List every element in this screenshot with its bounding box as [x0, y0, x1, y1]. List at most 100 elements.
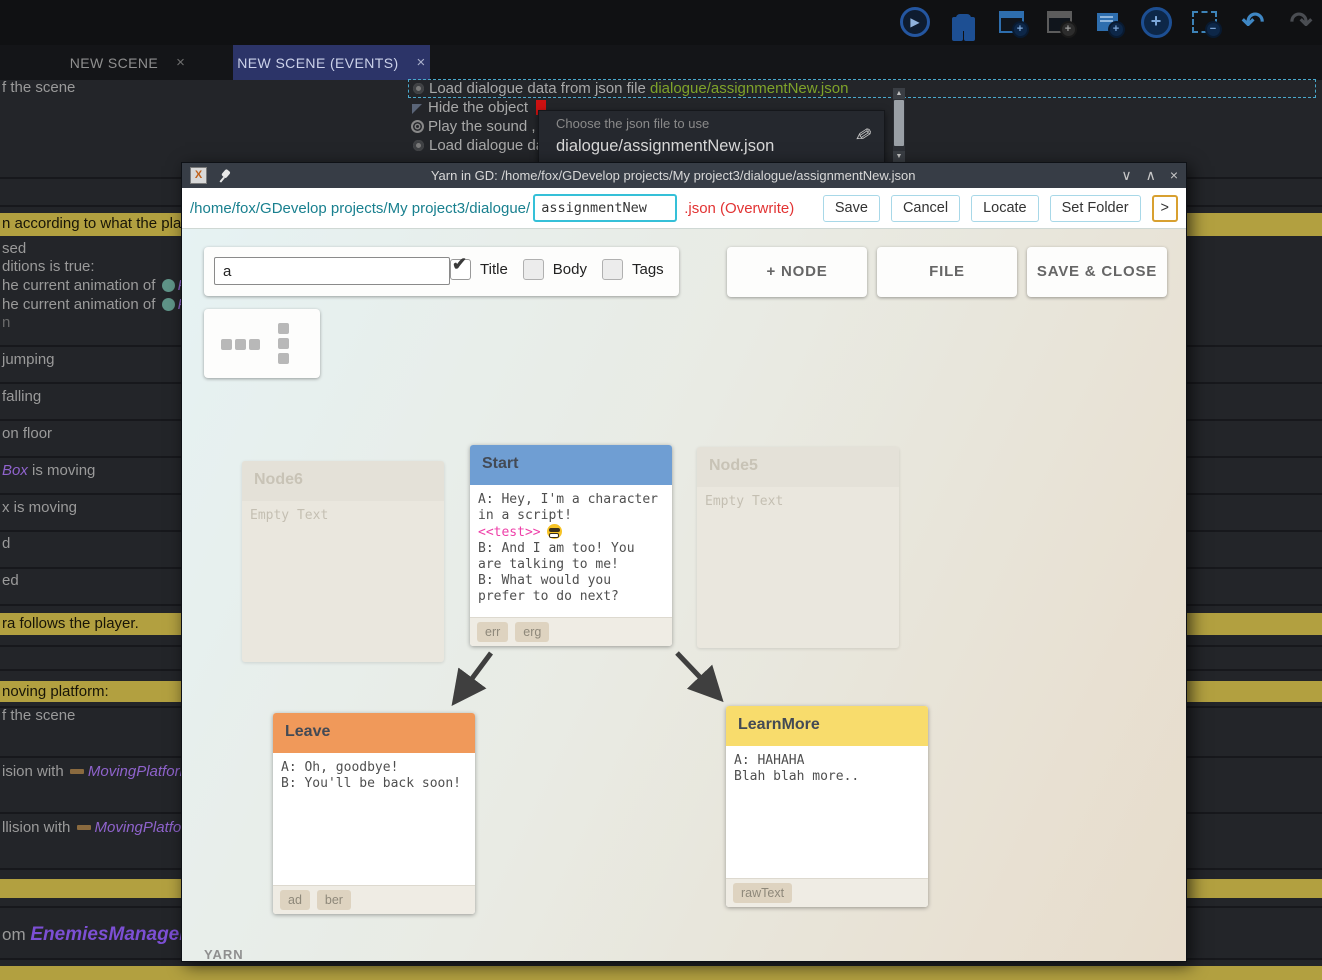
node-title: Node6 — [242, 461, 444, 501]
close-tab-icon[interactable]: × — [417, 54, 426, 71]
list-plus-icon: + — [1097, 13, 1118, 31]
object-name: Box — [2, 462, 28, 479]
search-input[interactable] — [214, 257, 450, 285]
comment-row[interactable] — [0, 966, 1322, 980]
deselect-button[interactable]: − — [1187, 5, 1221, 39]
body-checkbox[interactable] — [523, 259, 544, 280]
platform-object-icon — [77, 825, 91, 830]
event-text[interactable]: sed — [2, 239, 26, 259]
node-learnmore[interactable]: LearnMore A: HAHAHA Blah blah more.. raw… — [726, 706, 928, 907]
event-text[interactable]: Box is moving — [2, 461, 95, 481]
event-text[interactable]: f the scene — [2, 706, 75, 726]
dialogue-text: B: And I am too! You are talking to me! … — [478, 541, 635, 604]
check-icon: ✔ — [452, 254, 467, 275]
node-footer: ad ber — [273, 885, 475, 914]
event-text[interactable]: om EnemiesManager — [2, 922, 187, 948]
cancel-button[interactable]: Cancel — [891, 195, 960, 222]
play-icon: ▶ — [900, 7, 930, 37]
new-scene-button[interactable]: + — [994, 5, 1028, 39]
zoom-dot — [221, 339, 232, 350]
dropdown-value[interactable]: dialogue/assignmentNew.json — [556, 137, 774, 156]
event-text[interactable]: falling — [2, 387, 41, 407]
node-body: Empty Text — [697, 487, 899, 648]
event-text[interactable]: llision with MovingPlatform — [2, 818, 199, 838]
tag-chip[interactable]: rawText — [733, 883, 792, 903]
node-leave[interactable]: Leave A: Oh, goodbye! B: You'll be back … — [273, 713, 475, 914]
zoom-widget[interactable] — [204, 309, 320, 378]
debug-button[interactable] — [946, 5, 980, 39]
event-text[interactable]: ed — [2, 571, 19, 591]
dialogue-text: A: Hey, I'm a character in a script! — [478, 492, 658, 523]
set-folder-button[interactable]: Set Folder — [1050, 195, 1141, 222]
nerd-face-emoji — [547, 524, 562, 539]
locate-button[interactable]: Locate — [971, 195, 1039, 222]
title-checkbox[interactable]: ✔ — [450, 259, 471, 280]
tag-chip[interactable]: ad — [280, 890, 310, 910]
dialog-titlebar[interactable]: X Yarn in GD: /home/fox/GDevelop project… — [182, 163, 1186, 188]
play-button[interactable]: ▶ — [898, 5, 932, 39]
tag-chip[interactable]: ber — [317, 890, 351, 910]
undo-icon: ↶ — [1242, 5, 1265, 39]
zoom-dot — [249, 339, 260, 350]
new-object-button[interactable]: + — [1139, 5, 1173, 39]
window-plus-icon: + — [999, 11, 1024, 33]
zoom-dot — [278, 353, 289, 364]
action-text: Hide the object — [428, 99, 528, 116]
condition-text: om — [2, 925, 30, 944]
edit-icon[interactable]: ✎ — [853, 122, 875, 150]
event-load-dialogue[interactable]: Load dialogue data from json file dialog… — [413, 79, 848, 99]
event-hide-object[interactable]: Hide the object — [411, 98, 546, 118]
event-play-sound[interactable]: Play the sound , v — [411, 117, 547, 137]
redo-button[interactable]: ↷ — [1284, 5, 1318, 39]
event-text[interactable]: jumping — [2, 350, 55, 370]
node-start[interactable]: Start A: Hey, I'm a character in a scrip… — [470, 445, 672, 646]
title-checkbox-label: Title — [480, 261, 508, 278]
bug-icon — [956, 14, 971, 31]
event-text[interactable]: n — [2, 313, 10, 333]
undo-button[interactable]: ↶ — [1236, 5, 1270, 39]
event-text[interactable]: he current animation of Pl — [2, 295, 191, 315]
tab-new-scene[interactable]: NEW SCENE × — [25, 45, 230, 80]
close-icon[interactable]: × — [1170, 163, 1178, 188]
pin-icon[interactable] — [214, 166, 234, 186]
save-and-close-button[interactable]: SAVE & CLOSE — [1027, 247, 1167, 297]
event-text[interactable]: ditions is true: — [2, 257, 95, 277]
tab-new-scene-events[interactable]: NEW SCENE (EVENTS) × — [233, 45, 430, 80]
flag-icon — [412, 104, 422, 114]
platform-object-icon — [70, 769, 84, 774]
tag-chip[interactable]: erg — [515, 622, 549, 642]
node-title: Start — [470, 445, 672, 485]
event-text[interactable]: d — [2, 534, 10, 554]
tab-label: NEW SCENE (EVENTS) — [237, 55, 398, 71]
filename-input[interactable] — [533, 194, 677, 222]
maximize-icon[interactable]: ∧ — [1146, 163, 1156, 188]
event-text[interactable]: he current animation of Pl — [2, 276, 191, 296]
node-node5[interactable]: Node5 Empty Text — [697, 447, 899, 648]
event-text[interactable]: on floor — [2, 424, 52, 444]
close-tab-icon[interactable]: × — [176, 54, 185, 71]
new-external-layout-button[interactable]: + — [1042, 5, 1076, 39]
new-external-events-button[interactable]: + — [1090, 5, 1124, 39]
minimize-icon[interactable]: ∨ — [1121, 163, 1131, 188]
json-file-dropdown[interactable]: Choose the json file to use dialogue/ass… — [538, 110, 885, 164]
add-node-button[interactable]: + NODE — [727, 247, 867, 297]
more-button[interactable]: > — [1152, 195, 1178, 222]
save-button[interactable]: Save — [823, 195, 880, 222]
condition-text: he current animation of — [2, 277, 160, 294]
event-load-dialogue-2[interactable]: Load dialogue dat — [413, 136, 548, 156]
event-text[interactable]: ision with MovingPlatform — [2, 762, 192, 782]
scroll-up-icon[interactable]: ▲ — [893, 88, 905, 99]
tags-checkbox[interactable] — [602, 259, 623, 280]
event-text[interactable]: x is moving — [2, 498, 77, 518]
node-node6[interactable]: Node6 Empty Text — [242, 461, 444, 662]
file-menu-button[interactable]: FILE — [877, 247, 1017, 297]
events-scrollbar[interactable]: ▲ ▼ — [893, 88, 905, 162]
condition-text: he current animation of — [2, 296, 160, 313]
node-graph-canvas[interactable]: ✔ Title Body Tags + NODE FILE SAVE & CLO… — [182, 229, 1186, 961]
resource-link[interactable]: dialogue/assignmentNew.json — [650, 80, 848, 97]
scrollbar-thumb[interactable] — [894, 100, 904, 146]
gear-icon — [413, 83, 424, 94]
scroll-down-icon[interactable]: ▼ — [893, 151, 905, 162]
tag-chip[interactable]: err — [477, 622, 508, 642]
event-text[interactable]: f the scene — [2, 78, 75, 98]
